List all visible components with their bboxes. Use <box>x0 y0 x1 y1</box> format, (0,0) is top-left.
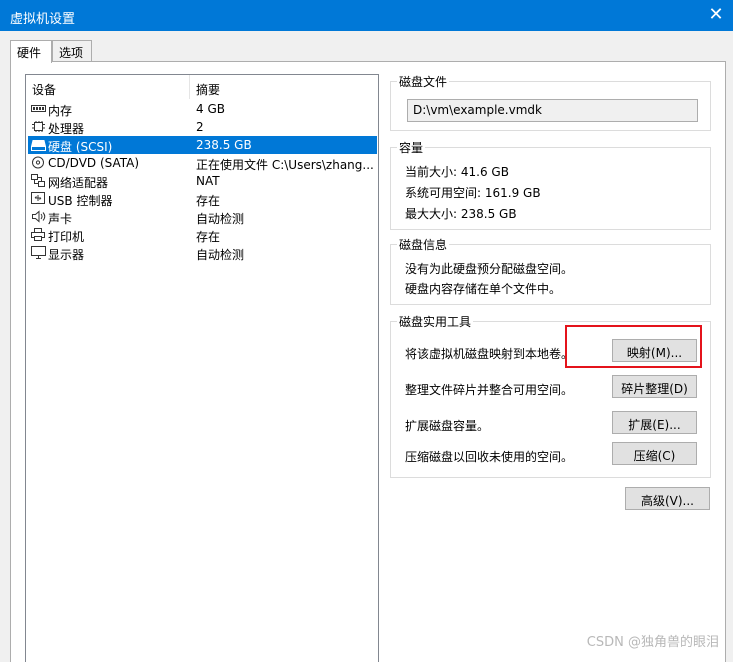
current-size: 当前大小: 41.6 GB <box>405 165 509 179</box>
system-free-space: 系统可用空间: 161.9 GB <box>405 186 541 200</box>
device-summary: 正在使用文件 C:\Users\zhang... <box>196 158 374 172</box>
defrag-description: 整理文件碎片并整合可用空间。 <box>405 383 574 397</box>
device-name: 声卡 <box>48 212 73 226</box>
device-row-printer[interactable]: 打印机 存在 <box>28 226 377 244</box>
device-summary: 238.5 GB <box>196 138 252 152</box>
tab-options-label: 选项 <box>59 46 84 60</box>
column-separator[interactable] <box>189 75 190 99</box>
compact-description: 压缩磁盘以回收未使用的空间。 <box>405 450 574 464</box>
red-highlight-box <box>565 325 702 368</box>
maximum-size: 最大大小: 238.5 GB <box>405 207 517 221</box>
printer-icon <box>31 228 46 241</box>
device-row-processor[interactable]: 处理器 2 <box>28 118 377 136</box>
device-summary: 存在 <box>196 194 221 208</box>
device-name: 内存 <box>48 104 73 118</box>
window-title: 虚拟机设置 <box>10 12 76 27</box>
device-name: 打印机 <box>48 230 85 244</box>
device-name: 处理器 <box>48 122 85 136</box>
compact-button[interactable]: 压缩(C) <box>612 442 697 465</box>
watermark: CSDN @独角兽的眼泪 <box>586 635 719 650</box>
column-summary[interactable]: 摘要 <box>196 81 220 98</box>
disk-info-storage: 硬盘内容存储在单个文件中。 <box>405 282 562 296</box>
usb-icon <box>31 192 46 205</box>
disk-file-group: 磁盘文件 D:\vm\example.vmdk <box>390 73 711 131</box>
device-name: 硬盘 (SCSI) <box>48 140 113 154</box>
capacity-label: 容量 <box>397 139 426 156</box>
device-list[interactable]: 设备 摘要 内存 4 GB 处理器 2 硬盘 (SCSI) 238.5 GB C… <box>25 74 379 662</box>
capacity-group: 容量 当前大小: 41.6 GB 系统可用空间: 161.9 GB 最大大小: … <box>390 139 711 230</box>
device-summary: 4 GB <box>196 102 225 116</box>
defragment-button[interactable]: 碎片整理(D) <box>612 375 697 398</box>
hard-disk-icon <box>31 138 46 151</box>
advanced-button[interactable]: 高级(V)... <box>625 487 710 510</box>
memory-icon <box>31 102 46 115</box>
column-device[interactable]: 设备 <box>32 81 56 98</box>
device-summary: 自动检测 <box>196 248 245 262</box>
device-row-network[interactable]: 网络适配器 NAT <box>28 172 377 190</box>
device-row-memory[interactable]: 内存 4 GB <box>28 100 377 118</box>
device-name: 显示器 <box>48 248 85 262</box>
tab-hardware[interactable]: 硬件 <box>10 40 52 63</box>
device-name: CD/DVD (SATA) <box>48 156 140 170</box>
tab-options[interactable]: 选项 <box>52 40 92 62</box>
disk-file-label: 磁盘文件 <box>397 73 450 90</box>
speaker-icon <box>31 210 46 223</box>
disk-utilities-label: 磁盘实用工具 <box>397 313 474 330</box>
device-name: USB 控制器 <box>48 194 113 208</box>
device-summary: NAT <box>196 174 220 188</box>
disk-file-path-field[interactable]: D:\vm\example.vmdk <box>407 99 698 122</box>
title-bar[interactable]: 虚拟机设置 ✕ <box>0 0 733 31</box>
close-icon[interactable]: ✕ <box>699 0 733 31</box>
network-adapter-icon <box>31 174 46 187</box>
vm-settings-window: 虚拟机设置 ✕ 硬件 选项 设备 摘要 内存 4 GB 处理器 2 硬盘 (SC… <box>0 0 733 662</box>
disk-info-label: 磁盘信息 <box>397 236 450 253</box>
expand-button[interactable]: 扩展(E)... <box>612 411 697 434</box>
device-summary: 2 <box>196 120 204 134</box>
device-row-sound[interactable]: 声卡 自动检测 <box>28 208 377 226</box>
disk-info-group: 磁盘信息 没有为此硬盘预分配磁盘空间。 硬盘内容存储在单个文件中。 <box>390 236 711 305</box>
device-row-usb[interactable]: USB 控制器 存在 <box>28 190 377 208</box>
expand-description: 扩展磁盘容量。 <box>405 419 490 433</box>
device-list-header: 设备 摘要 <box>26 75 378 99</box>
disk-info-preallocation: 没有为此硬盘预分配磁盘空间。 <box>405 262 574 276</box>
device-row-hard-disk[interactable]: 硬盘 (SCSI) 238.5 GB <box>28 136 377 154</box>
device-name: 网络适配器 <box>48 176 109 190</box>
tab-hardware-label: 硬件 <box>17 46 42 60</box>
device-summary: 存在 <box>196 230 221 244</box>
device-row-cd-dvd[interactable]: CD/DVD (SATA) 正在使用文件 C:\Users\zhang... <box>28 154 377 172</box>
monitor-icon <box>31 246 46 259</box>
device-row-display[interactable]: 显示器 自动检测 <box>28 244 377 262</box>
map-description: 将该虚拟机磁盘映射到本地卷。 <box>405 347 574 361</box>
cpu-icon <box>31 120 46 133</box>
device-summary: 自动检测 <box>196 212 245 226</box>
cd-dvd-icon <box>31 156 46 169</box>
